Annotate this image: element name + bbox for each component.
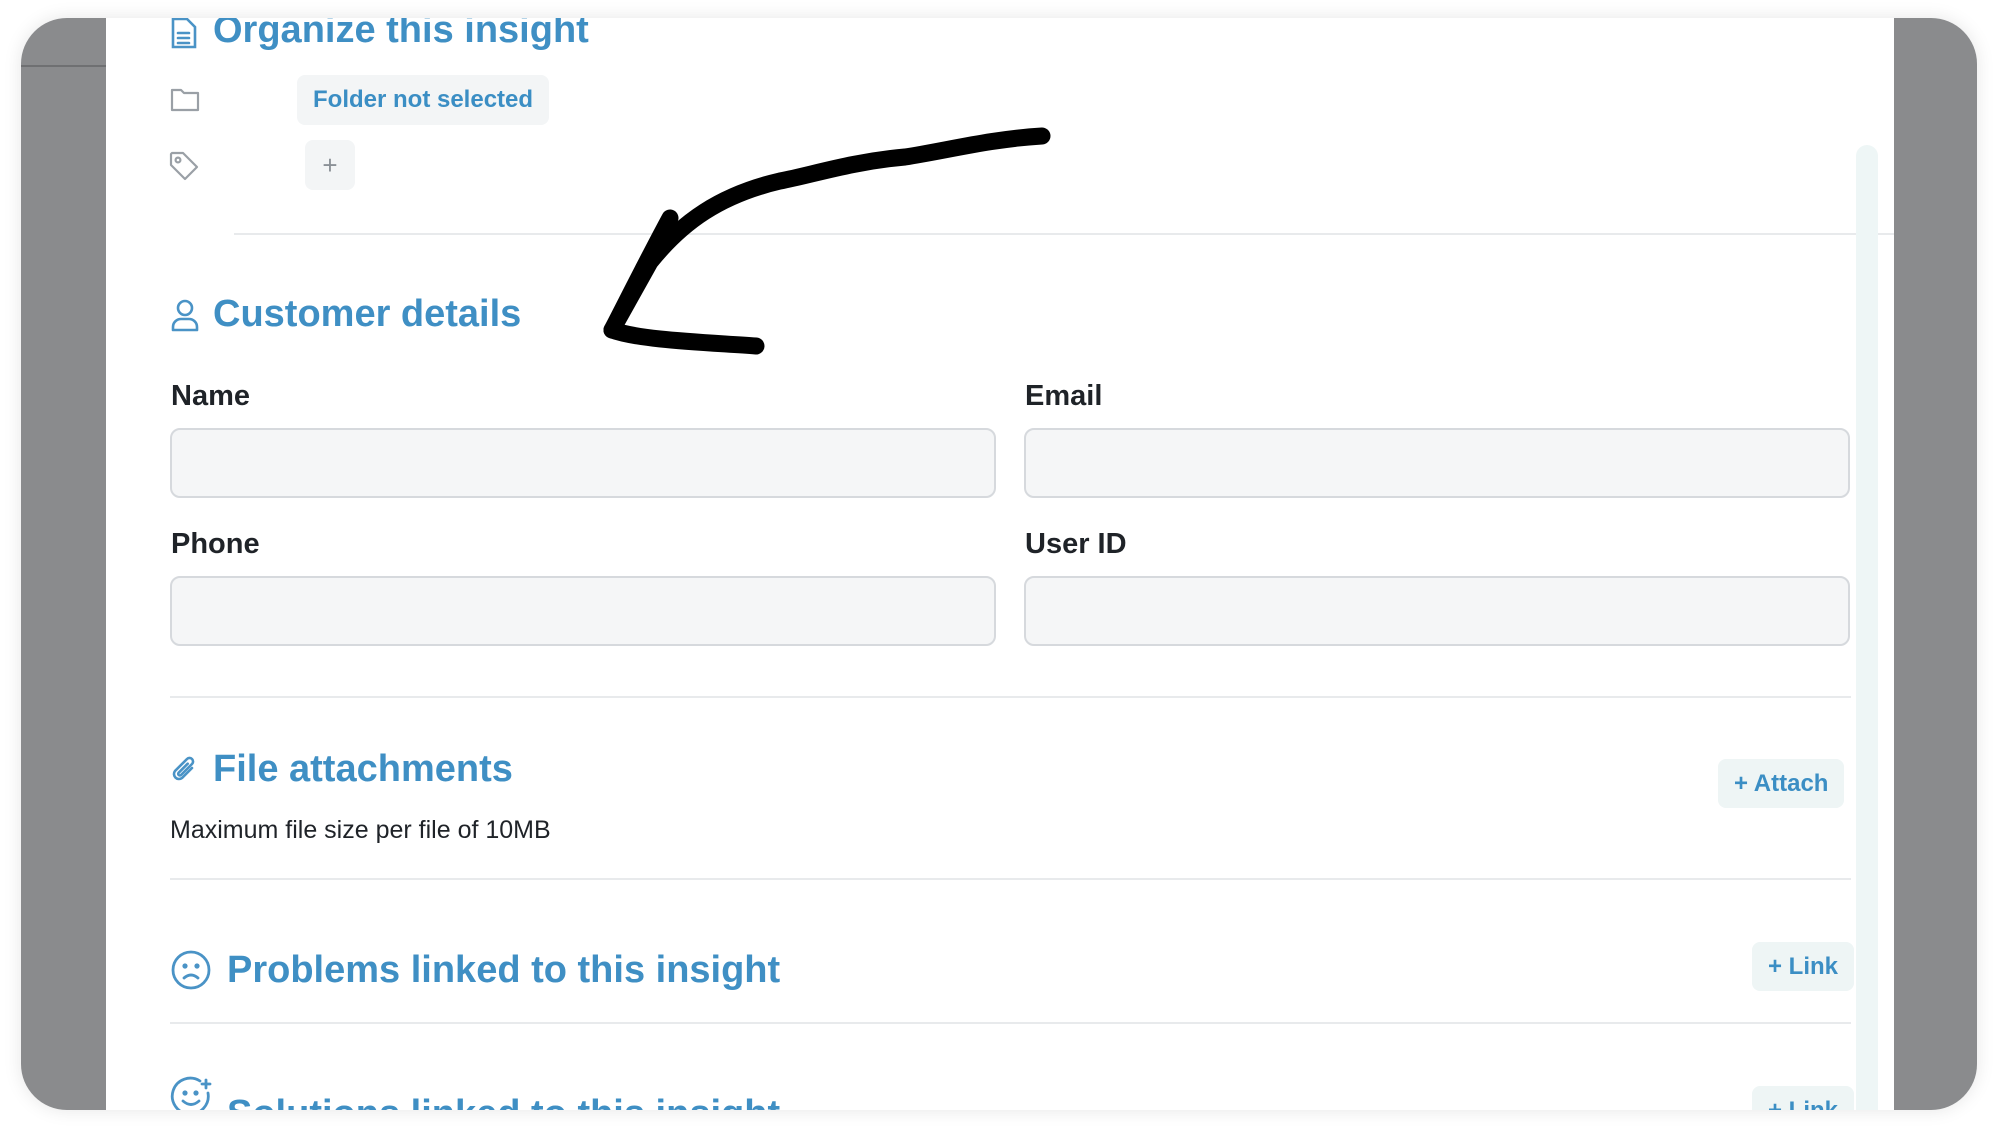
userid-field[interactable] bbox=[1024, 576, 1850, 646]
document-icon bbox=[170, 18, 198, 50]
folder-select-button[interactable]: Folder not selected bbox=[297, 75, 550, 125]
section-divider bbox=[170, 1022, 1851, 1024]
attach-button[interactable]: + Attach bbox=[1718, 759, 1845, 808]
email-field[interactable] bbox=[1024, 428, 1850, 498]
scrollbar[interactable] bbox=[1856, 145, 1878, 1110]
phone-field[interactable] bbox=[170, 576, 996, 646]
name-field[interactable] bbox=[170, 428, 996, 498]
section-divider bbox=[234, 233, 1894, 235]
app-window: Organize this insight Folder not selecte… bbox=[21, 18, 1977, 1110]
user-icon bbox=[170, 298, 200, 332]
link-problem-button[interactable]: + Link bbox=[1752, 942, 1855, 991]
section-divider bbox=[170, 696, 1851, 698]
userid-label: User ID bbox=[1025, 528, 1127, 560]
paperclip-icon bbox=[170, 754, 200, 788]
organize-section-title: Organize this insight bbox=[213, 18, 589, 51]
problems-section-title: Problems linked to this insight bbox=[227, 949, 781, 991]
add-tag-button[interactable]: + bbox=[305, 140, 355, 190]
customer-section-title: Customer details bbox=[213, 293, 522, 335]
solutions-section-title: Solutions linked to this insight bbox=[227, 1092, 780, 1110]
tag-icon bbox=[168, 150, 200, 182]
folder-icon bbox=[170, 86, 200, 112]
backdrop-divider bbox=[21, 65, 107, 67]
happy-face-icon bbox=[170, 1076, 212, 1110]
insight-panel: Organize this insight Folder not selecte… bbox=[106, 18, 1894, 1110]
section-divider bbox=[170, 878, 1851, 880]
attachments-size-hint: Maximum file size per file of 10MB bbox=[170, 816, 551, 844]
link-solution-button[interactable]: + Link bbox=[1752, 1086, 1855, 1110]
phone-label: Phone bbox=[171, 528, 260, 560]
sad-face-icon bbox=[170, 949, 212, 991]
name-label: Name bbox=[171, 380, 250, 412]
email-label: Email bbox=[1025, 380, 1103, 412]
attachments-section-title: File attachments bbox=[213, 748, 513, 790]
